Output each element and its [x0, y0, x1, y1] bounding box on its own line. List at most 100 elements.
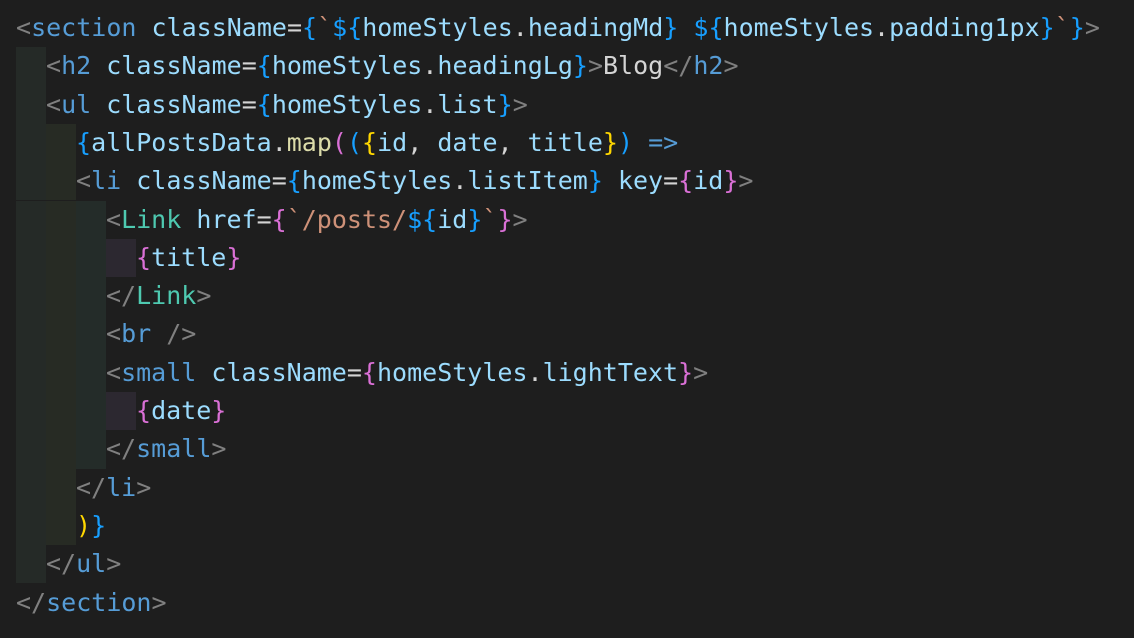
code-token: <	[106, 319, 122, 349]
code-token: }	[572, 51, 588, 81]
indent-guide	[16, 277, 46, 316]
code-token: >	[151, 587, 167, 617]
code-token: {	[256, 51, 272, 81]
code-line[interactable]: {date}	[136, 392, 226, 430]
code-token: className	[136, 166, 272, 196]
code-token: </	[46, 549, 77, 579]
code-token: >	[693, 357, 709, 387]
code-token: >	[1084, 13, 1100, 42]
code-token: section	[46, 587, 152, 617]
code-line[interactable]: <small className={homeStyles.lightText}>	[106, 354, 708, 392]
code-token: >	[211, 434, 227, 464]
code-token: {	[286, 166, 302, 196]
code-token: )	[76, 510, 92, 540]
code-line[interactable]: )}	[76, 507, 106, 545]
code-token: small	[136, 434, 212, 464]
code-line[interactable]: <ul className={homeStyles.list}>	[46, 86, 528, 124]
code-token: }	[678, 357, 694, 387]
code-token: date	[437, 127, 498, 157]
code-token: {	[256, 89, 272, 119]
indent-guide	[76, 200, 106, 239]
code-token: {	[362, 127, 378, 157]
code-token: =	[271, 166, 287, 196]
code-token: homeStyles	[301, 166, 453, 196]
code-editor[interactable]: <section className={`${homeStyles.headin…	[0, 0, 1134, 638]
code-line[interactable]: </small>	[106, 430, 226, 468]
code-token: homeStyles	[362, 13, 513, 42]
indent-guide	[16, 85, 46, 124]
code-token: headingMd	[527, 13, 664, 42]
code-token: `/posts/	[286, 204, 408, 234]
code-token: }	[467, 204, 483, 234]
indent-guide	[46, 315, 76, 354]
indent-guide	[46, 430, 76, 469]
code-token: (	[331, 127, 347, 157]
code-token: .	[422, 51, 438, 81]
code-line[interactable]: <Link href={`/posts/${id}`}>	[106, 201, 528, 239]
code-token: =	[286, 13, 303, 42]
code-token: map	[286, 127, 332, 157]
code-token: </	[663, 51, 694, 81]
code-token: =>	[648, 127, 679, 157]
code-token: =	[256, 204, 272, 234]
code-token: padding1px	[889, 13, 1040, 42]
code-token: ul	[76, 549, 107, 579]
indent-guide	[46, 238, 76, 278]
code-token: (	[346, 127, 363, 157]
code-token: </	[106, 434, 137, 464]
code-token: section	[31, 13, 137, 42]
code-line[interactable]: <li className={homeStyles.listItem} key=…	[76, 162, 753, 200]
code-token: =	[241, 89, 257, 119]
indent-guide	[16, 468, 46, 507]
code-token: >	[587, 51, 603, 81]
code-token: ${	[693, 13, 724, 42]
code-line[interactable]: </section>	[16, 584, 167, 622]
code-line[interactable]: <br />	[106, 315, 196, 353]
code-line[interactable]: </li>	[76, 469, 151, 507]
code-token: h2	[693, 51, 724, 81]
code-token: .	[874, 13, 890, 42]
code-token: date	[151, 396, 212, 425]
code-token: {	[361, 357, 377, 387]
code-token: >	[196, 281, 212, 311]
indent-guide	[16, 123, 46, 163]
code-token: {	[678, 166, 694, 196]
code-token: }	[1069, 13, 1085, 42]
code-line[interactable]: <section className={`${homeStyles.headin…	[16, 9, 1100, 47]
code-line[interactable]: </ul>	[46, 545, 121, 583]
code-line[interactable]: </Link>	[106, 277, 211, 315]
indent-guide	[46, 468, 76, 507]
code-token: {	[136, 396, 152, 425]
code-token: }	[602, 127, 618, 157]
code-line[interactable]: <h2 className={homeStyles.headingLg}>Blo…	[46, 47, 739, 85]
indent-guide	[46, 162, 76, 201]
code-line[interactable]: {allPostsData.map(({id, date, title}) =>	[76, 124, 678, 162]
indent-guide	[16, 430, 46, 469]
code-token: className	[106, 89, 242, 119]
indent-guide	[16, 506, 46, 546]
code-token: =	[663, 166, 679, 196]
code-token: Link	[136, 281, 197, 311]
code-token: small	[121, 357, 197, 387]
code-token: >	[512, 89, 528, 119]
code-token: >	[723, 51, 739, 81]
code-token: ul	[61, 89, 92, 119]
code-token: homeStyles	[376, 357, 528, 387]
indent-guide	[16, 315, 46, 354]
indent-guide	[76, 238, 106, 278]
indent-guide	[76, 353, 106, 392]
code-token: }	[91, 510, 107, 540]
code-token: <	[46, 89, 62, 119]
code-token: </	[16, 587, 47, 617]
code-line[interactable]: {title}	[136, 239, 241, 277]
code-token: </	[106, 281, 137, 311]
code-token: className	[151, 13, 287, 42]
code-token: <	[76, 166, 92, 196]
